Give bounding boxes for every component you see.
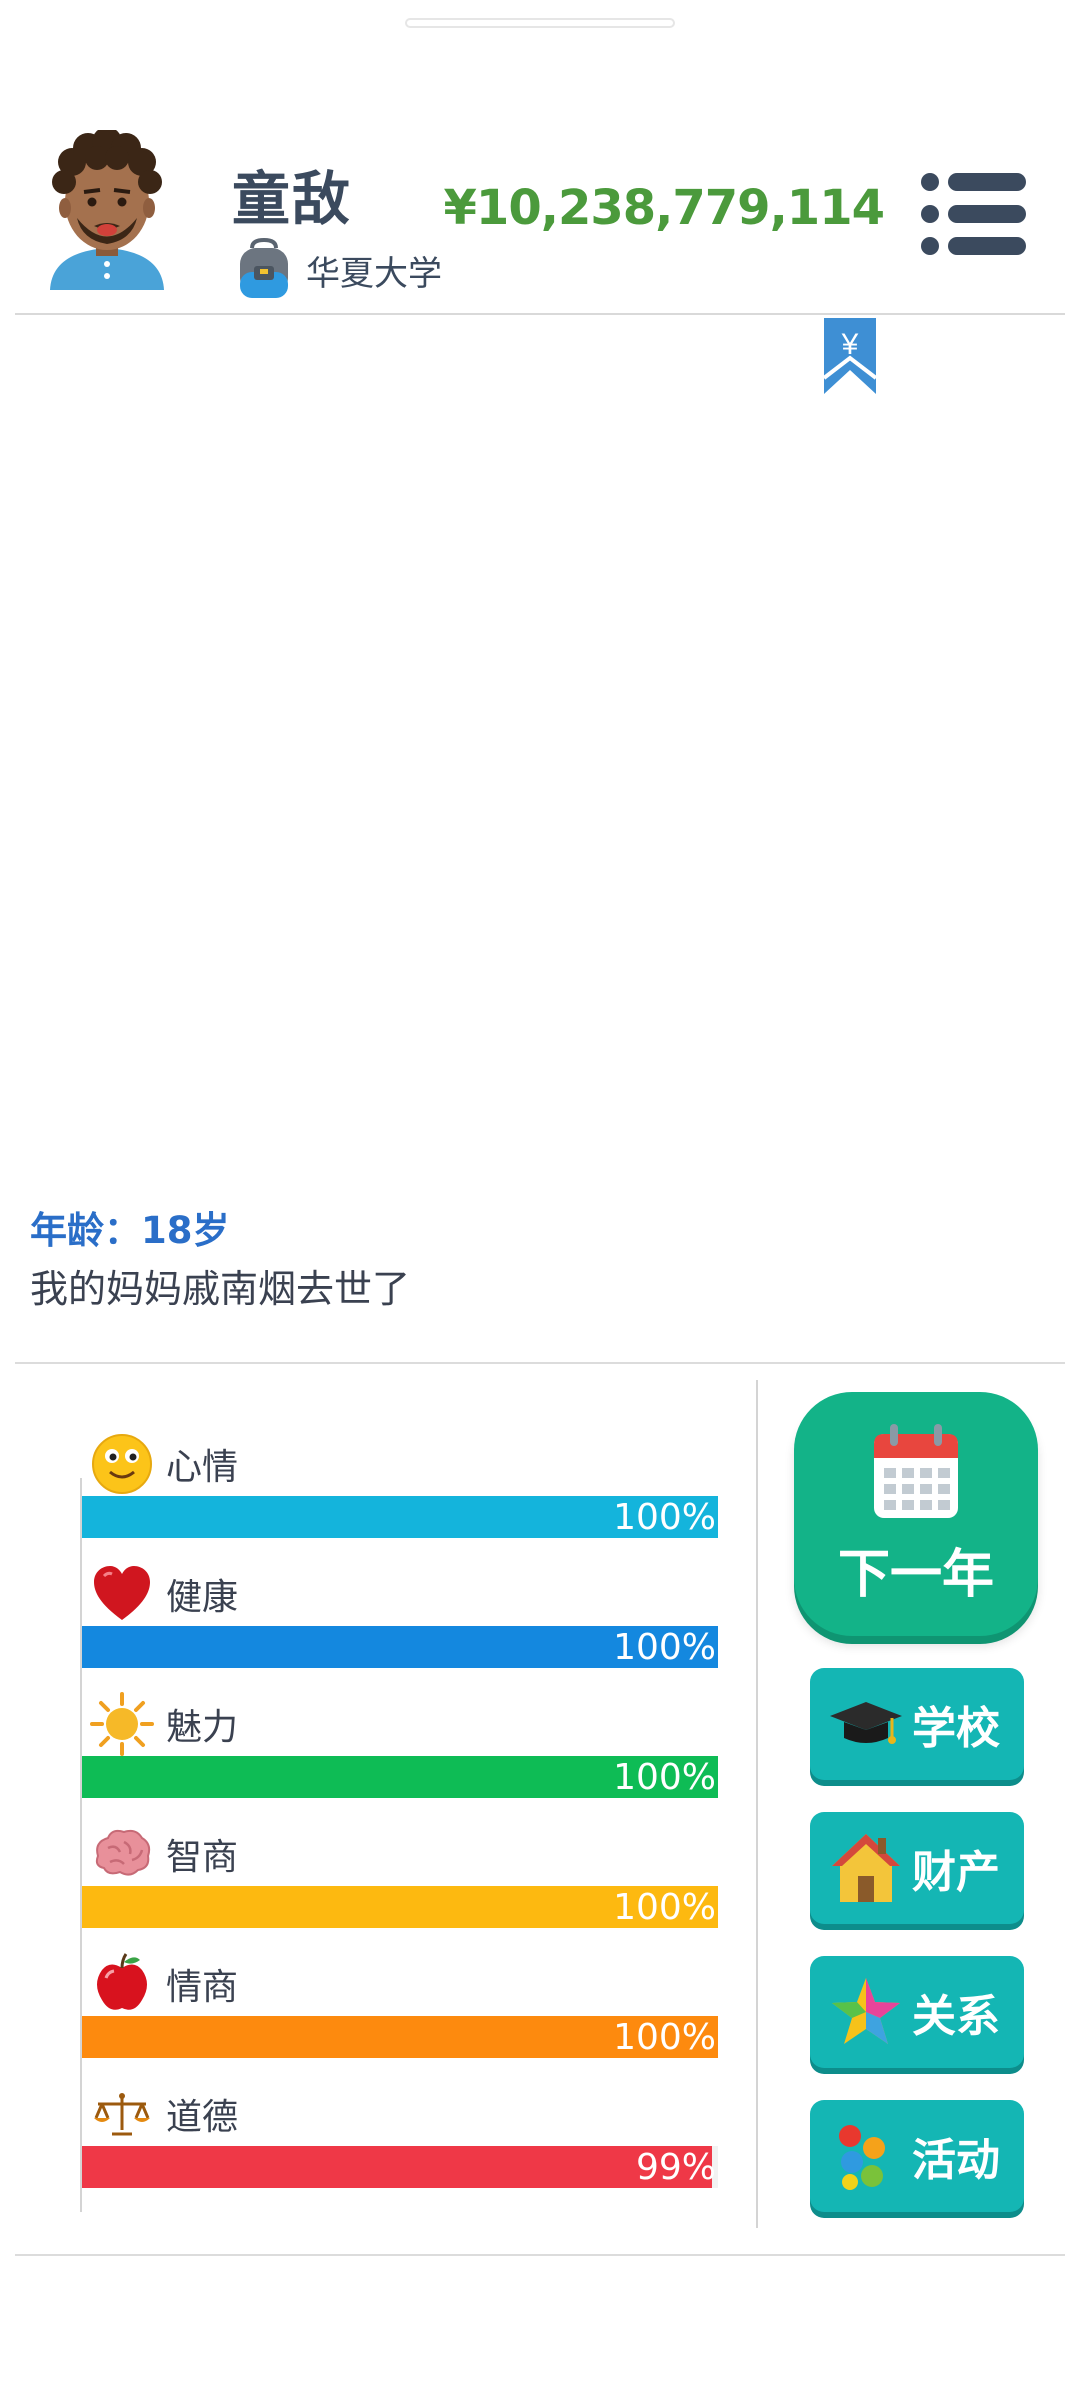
bottom-divider — [15, 2254, 1065, 2256]
activities-button[interactable]: 活动 — [810, 2100, 1024, 2212]
school-info: 华夏大学 — [234, 238, 442, 302]
stat-percent: 100% — [613, 1757, 716, 1798]
stat-bar-fill — [82, 2146, 712, 2188]
stat-percent: 99% — [635, 2147, 716, 2188]
stat-iq: 智商 100% — [82, 1820, 718, 1940]
star-icon — [832, 1978, 900, 2044]
event-text: 我的妈妈戚南烟去世了 — [30, 1267, 411, 1311]
property-button[interactable]: 财产 — [810, 1812, 1024, 1924]
scales-icon — [94, 2093, 150, 2136]
relations-button[interactable]: 关系 — [810, 1956, 1024, 2068]
stat-bar: 100% — [82, 2016, 718, 2058]
stat-bar: 100% — [82, 1886, 718, 1928]
player-name: 童敌 — [232, 165, 353, 233]
school-button-label: 学校 — [912, 1703, 1000, 1754]
stat-percent: 100% — [613, 1497, 716, 1538]
stat-bar: 100% — [82, 1626, 718, 1668]
stat-morality: 道德 99% — [82, 2080, 718, 2200]
smiley-icon — [92, 1434, 152, 1494]
graduation-cap-icon — [830, 1702, 902, 1744]
stat-label: 智商 — [166, 1837, 239, 1878]
drag-handle[interactable] — [405, 18, 675, 28]
stat-health: 健康 100% — [82, 1560, 718, 1680]
stat-eq: 情商 100% — [82, 1950, 718, 2070]
bookmark-symbol: ¥ — [841, 328, 859, 361]
apple-icon — [97, 1953, 147, 2010]
school-name: 华夏大学 — [306, 253, 442, 294]
avatar[interactable] — [42, 130, 172, 295]
stat-bar: 100% — [82, 1756, 718, 1798]
header-divider — [15, 313, 1065, 315]
stat-charm: 魅力 100% — [82, 1690, 718, 1810]
stat-label: 健康 — [166, 1577, 239, 1618]
activities-button-label: 活动 — [912, 2135, 1000, 2186]
bookmark-yen-icon[interactable]: ¥ — [822, 318, 878, 396]
panel-separator — [756, 1380, 758, 2228]
stat-label: 道德 — [166, 2097, 239, 2138]
age-value: 18岁 — [141, 1209, 230, 1252]
stat-mood: 心情 100% — [82, 1430, 718, 1550]
heart-icon — [94, 1566, 150, 1620]
age-label: 年龄： — [30, 1209, 141, 1252]
property-button-label: 财产 — [912, 1847, 1000, 1898]
stat-bar: 100% — [82, 1496, 718, 1538]
stat-label: 魅力 — [166, 1707, 239, 1748]
log-divider — [15, 1362, 1065, 1364]
activity-dots-icon — [839, 2125, 885, 2190]
stat-bar: 99% — [82, 2146, 718, 2188]
stat-percent: 100% — [613, 1627, 716, 1668]
stat-percent: 100% — [613, 1887, 716, 1928]
stat-label: 心情 — [166, 1447, 239, 1488]
menu-icon[interactable] — [920, 172, 1026, 256]
sun-icon — [90, 1692, 154, 1756]
school-button[interactable]: 学校 — [810, 1668, 1024, 1780]
stat-label: 情商 — [166, 1967, 239, 2008]
relations-button-label: 关系 — [912, 1991, 1000, 2042]
next-year-button[interactable]: 下一年 — [794, 1392, 1038, 1636]
house-icon — [832, 1834, 900, 1902]
money-balance: ¥10,238,779,114 — [443, 180, 885, 236]
next-year-label: 下一年 — [837, 1545, 994, 1605]
school-bag-icon — [240, 238, 288, 298]
brain-icon — [95, 1829, 151, 1876]
age-line: 年龄：18岁 — [30, 1200, 230, 1254]
stat-percent: 100% — [613, 2017, 716, 2058]
calendar-icon — [874, 1424, 958, 1518]
